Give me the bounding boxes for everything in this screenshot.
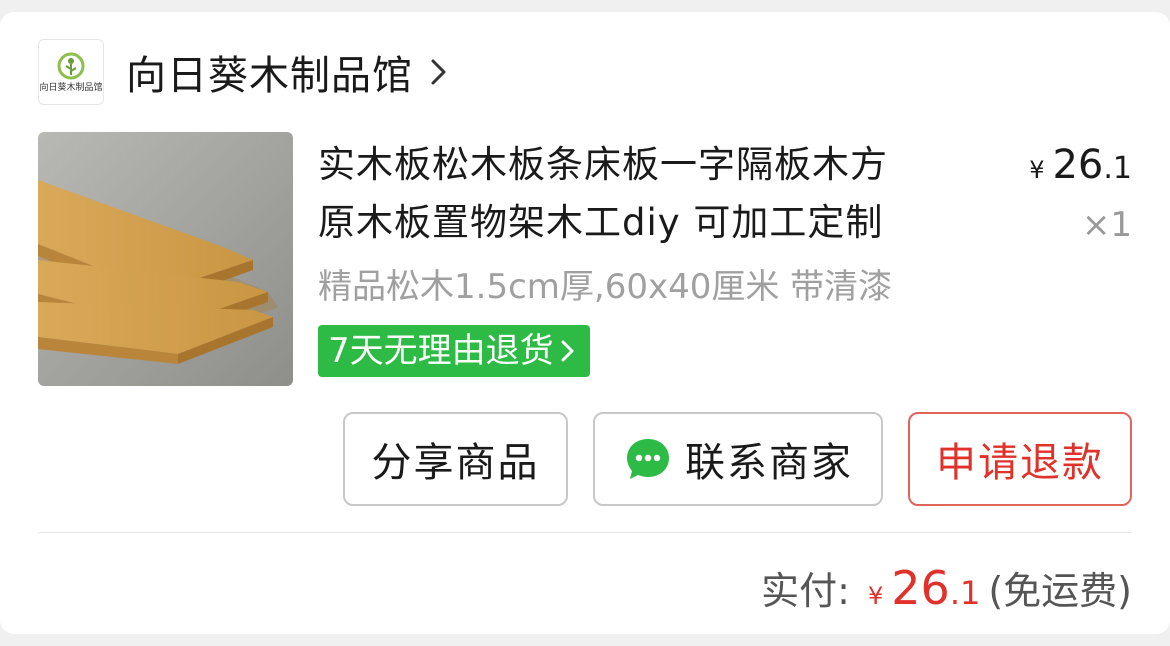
- paid-amount-integer: 26: [891, 561, 950, 615]
- tag-chevron-icon: [561, 340, 574, 362]
- divider: [38, 532, 1132, 533]
- product-thumbnail[interactable]: [38, 132, 293, 386]
- quantity: ×1: [1081, 205, 1132, 245]
- store-logo: 向日葵木制品馆: [38, 39, 104, 105]
- paid-currency: ¥: [867, 582, 884, 610]
- store-logo-text: 向日葵木制品馆: [39, 83, 103, 93]
- price-currency: ¥: [1029, 156, 1045, 184]
- order-card: 向日葵木制品馆 向日葵木制品馆 实木板松木板条床板一字隔板木方 原木板置物架木工…: [0, 12, 1170, 634]
- product-spec: 精品松木1.5cm厚,60x40厘米 带清漆: [318, 267, 893, 307]
- price-column: ¥26.1 ×1: [1029, 136, 1132, 251]
- return-policy-label: 7天无理由退货: [328, 331, 554, 371]
- product-title-line-2: 原木板置物架木工diy 可加工定制: [318, 201, 884, 244]
- chat-bubble-icon: [627, 439, 669, 479]
- return-policy-tag[interactable]: 7天无理由退货: [318, 325, 590, 377]
- payment-summary: 实付: ¥ 26 .1 (免运费): [761, 560, 1132, 615]
- request-refund-label: 申请退款: [936, 440, 1104, 486]
- store-name[interactable]: 向日葵木制品馆: [126, 43, 413, 101]
- price-integer: 26: [1052, 142, 1104, 188]
- price-decimal: .1: [1103, 151, 1132, 186]
- unit-price: ¥26.1: [1029, 136, 1132, 199]
- paid-amount-decimal: .1: [949, 574, 981, 612]
- contact-merchant-button[interactable]: 联系商家: [593, 412, 883, 506]
- paid-label: 实付:: [761, 569, 850, 613]
- store-header[interactable]: 向日葵木制品馆 向日葵木制品馆: [38, 38, 449, 106]
- contact-merchant-label: 联系商家: [685, 440, 853, 486]
- request-refund-button[interactable]: 申请退款: [908, 412, 1132, 506]
- share-product-label: 分享商品: [371, 440, 540, 486]
- sunflower-logo-icon: [57, 52, 85, 80]
- shipping-note: (免运费): [988, 569, 1132, 613]
- product-title[interactable]: 实木板松木板条床板一字隔板木方 原木板置物架木工diy 可加工定制: [318, 136, 998, 252]
- chevron-right-icon[interactable]: [429, 55, 449, 89]
- product-title-line-1: 实木板松木板条床板一字隔板木方: [318, 143, 888, 186]
- share-product-button[interactable]: 分享商品: [343, 412, 568, 506]
